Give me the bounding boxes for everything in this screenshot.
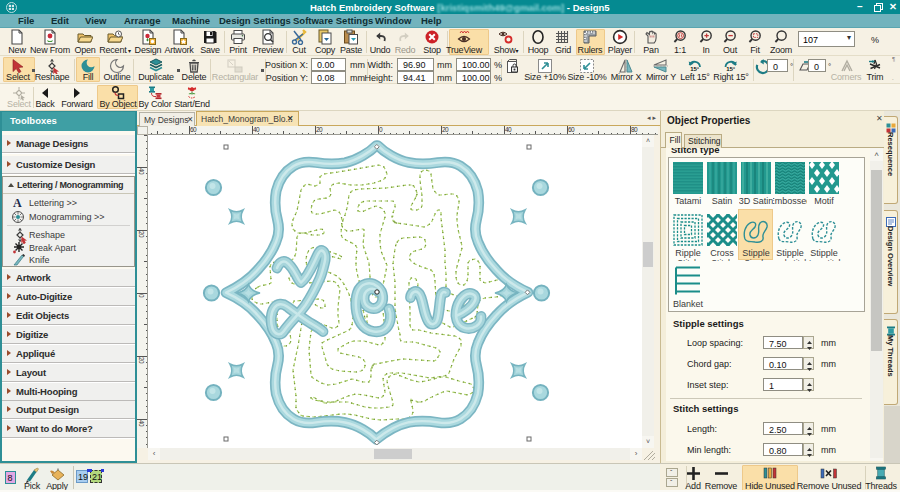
svg-text:15°: 15° [690, 66, 700, 72]
svg-text:15°: 15° [726, 66, 736, 72]
